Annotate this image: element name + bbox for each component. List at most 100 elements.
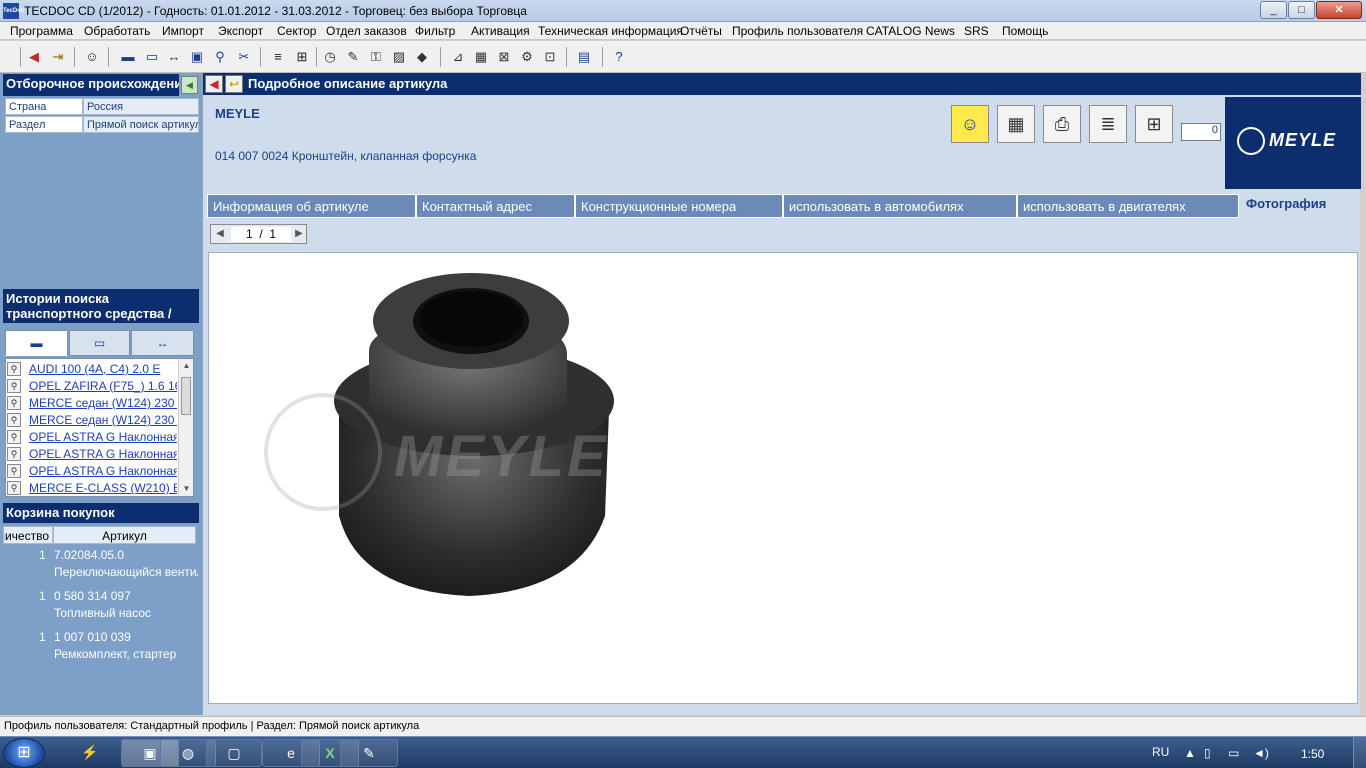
history-item-label[interactable]: MERCE E-CLASS (W210) E bbox=[29, 481, 177, 495]
exit-icon[interactable]: ⇥ bbox=[50, 49, 66, 65]
scrollbar-thumb[interactable] bbox=[181, 377, 191, 415]
history-scrollbar[interactable]: ▲ ▼ bbox=[178, 359, 193, 496]
history-item[interactable]: ⚲ OPEL ASTRA G Наклонная bbox=[6, 446, 178, 463]
collapse-panel-icon[interactable]: ◀ bbox=[181, 76, 198, 94]
key-icon[interactable]: ⚿ bbox=[368, 49, 384, 65]
history-item-label[interactable]: OPEL ZAFIRA (F75_) 1.6 16V bbox=[29, 379, 177, 393]
add-to-notes-icon[interactable]: ≣ bbox=[1089, 105, 1127, 143]
history-item[interactable]: ⚲ MERCE седан (W124) 230 E bbox=[6, 412, 178, 429]
history-item-label[interactable]: OPEL ASTRA G Наклонная bbox=[29, 447, 177, 461]
history-item-label[interactable]: MERCE седан (W124) 230 E bbox=[29, 413, 177, 427]
tab-photo[interactable]: Фотография bbox=[1246, 196, 1326, 211]
next-page-icon[interactable]: ▶ bbox=[291, 225, 307, 243]
menu-export[interactable]: Экспорт bbox=[218, 24, 263, 38]
clock-icon[interactable]: ◷ bbox=[322, 49, 338, 65]
menu-user-profile[interactable]: Профиль пользователя bbox=[732, 24, 863, 38]
list-icon[interactable]: ≡ bbox=[270, 49, 286, 65]
menu-program[interactable]: Программа bbox=[10, 24, 73, 38]
network-icon[interactable]: ▭ bbox=[1228, 746, 1239, 760]
menu-orders[interactable]: Отдел заказов bbox=[326, 24, 407, 38]
engine-icon[interactable]: ▭ bbox=[144, 49, 160, 65]
volume-icon[interactable]: ◄) bbox=[1253, 746, 1269, 760]
help-icon[interactable]: ? bbox=[611, 49, 627, 65]
cart-icon[interactable]: ⊞ bbox=[294, 49, 310, 65]
diagram-icon[interactable]: ⊡ bbox=[542, 49, 558, 65]
start-button[interactable]: ⊞ bbox=[3, 738, 45, 768]
tab-contact-address[interactable]: Контактный адрес bbox=[416, 194, 575, 218]
show-desktop-button[interactable] bbox=[1353, 737, 1366, 768]
watermark-text: MEYLE bbox=[394, 424, 609, 489]
add-to-list-icon[interactable]: ▦ bbox=[997, 105, 1035, 143]
print-icon[interactable]: ⎙ bbox=[1043, 105, 1081, 143]
basket-item-article[interactable]: 1 007 010 039 bbox=[54, 630, 131, 644]
window-task-icon[interactable]: ▢ bbox=[206, 739, 262, 767]
history-item[interactable]: ⚲ MERCE седан (W124) 230 E bbox=[6, 395, 178, 412]
menu-tech-info[interactable]: Техническая информация bbox=[538, 24, 683, 38]
news-icon[interactable]: ▤ bbox=[576, 49, 592, 65]
scroll-up-icon[interactable]: ▲ bbox=[179, 359, 193, 373]
history-item[interactable]: ⚲ OPEL ASTRA G Наклонная bbox=[6, 463, 178, 480]
menu-srs[interactable]: SRS bbox=[964, 24, 989, 38]
grid-icon[interactable]: ▦ bbox=[473, 49, 489, 65]
menu-activation[interactable]: Активация bbox=[471, 24, 530, 38]
close-button[interactable]: ✕ bbox=[1316, 1, 1362, 19]
tab-axle[interactable]: ↔ bbox=[131, 330, 194, 356]
info-person-icon[interactable]: ☺ bbox=[951, 105, 989, 143]
history-item-label[interactable]: OPEL ASTRA G Наклонная bbox=[29, 464, 177, 478]
basket-article-column[interactable]: Артикул bbox=[53, 526, 196, 544]
menu-reports[interactable]: Отчёты bbox=[680, 24, 722, 38]
menu-help[interactable]: Помощь bbox=[1002, 24, 1048, 38]
app-task-icon[interactable]: ✎ bbox=[340, 739, 398, 767]
photo-pager: ◀ 1 / 1 ▶ bbox=[210, 224, 307, 244]
return-arrow-icon[interactable]: ↩ bbox=[225, 75, 243, 93]
tab-article-info[interactable]: Информация об артикуле bbox=[207, 194, 416, 218]
history-item-label[interactable]: OPEL ASTRA G Наклонная bbox=[29, 430, 177, 444]
history-item[interactable]: ⚲ OPEL ZAFIRA (F75_) 1.6 16V bbox=[6, 378, 178, 395]
quick-launch-icon[interactable]: ⚡ bbox=[62, 739, 118, 767]
history-item-label[interactable]: MERCE седан (W124) 230 E bbox=[29, 396, 177, 410]
user-icon[interactable]: ☺ bbox=[84, 49, 100, 65]
add-to-cart-icon[interactable]: ⊞ bbox=[1135, 105, 1173, 143]
search-icon[interactable]: ⚲ bbox=[212, 49, 228, 65]
tools-icon[interactable]: ✂ bbox=[236, 49, 252, 65]
menu-import[interactable]: Импорт bbox=[162, 24, 204, 38]
power-icon[interactable]: ▯ bbox=[1204, 746, 1211, 760]
eraser-icon[interactable]: ◆ bbox=[414, 49, 430, 65]
maximize-button[interactable]: □ bbox=[1288, 1, 1315, 19]
graph-icon[interactable]: ⊠ bbox=[496, 49, 512, 65]
origin-header: Отборочное происхождение bbox=[3, 74, 179, 96]
history-item[interactable]: ⚲ OPEL ASTRA G Наклонная bbox=[6, 429, 178, 446]
basket-item-article[interactable]: 7.02084.05.0 bbox=[54, 548, 124, 562]
previous-page-icon[interactable]: ◀ bbox=[212, 225, 228, 243]
history-item[interactable]: ⚲ AUDI 100 (4A, C4) 2.0 E bbox=[6, 361, 178, 378]
tray-arrow-icon[interactable]: ▲ bbox=[1184, 746, 1196, 760]
back-arrow-icon[interactable]: ◀ bbox=[26, 49, 42, 65]
menu-filter[interactable]: Фильтр bbox=[415, 24, 455, 38]
minimize-button[interactable]: _ bbox=[1260, 1, 1287, 19]
settings-icon[interactable]: ⚙ bbox=[519, 49, 535, 65]
truck-icon[interactable]: ▣ bbox=[189, 49, 205, 65]
car-icon[interactable]: ▬ bbox=[120, 49, 136, 65]
axle-icon[interactable]: ↔ bbox=[166, 49, 182, 65]
basket-item-article[interactable]: 0 580 314 097 bbox=[54, 589, 131, 603]
scroll-down-icon[interactable]: ▼ bbox=[179, 482, 193, 496]
menu-catalog-news[interactable]: CATALOG News bbox=[866, 24, 955, 38]
back-arrow-icon[interactable]: ◀ bbox=[205, 75, 223, 93]
tab-use-in-engines[interactable]: использовать в двигателях bbox=[1017, 194, 1239, 218]
tab-engine[interactable]: ▭ bbox=[69, 330, 130, 356]
wrench-icon[interactable]: ✎ bbox=[345, 49, 361, 65]
tab-construction-numbers[interactable]: Конструкционные номера bbox=[575, 194, 783, 218]
history-item[interactable]: ⚲ MERCE E-CLASS (W210) E bbox=[6, 480, 178, 496]
menu-process[interactable]: Обработать bbox=[84, 24, 150, 38]
basket-item-desc: Топливный насос bbox=[54, 606, 152, 620]
chart-icon[interactable]: ⊿ bbox=[450, 49, 466, 65]
tab-use-in-vehicles[interactable]: использовать в автомобилях bbox=[783, 194, 1017, 218]
menu-sector[interactable]: Сектор bbox=[277, 24, 316, 38]
image-icon[interactable]: ▨ bbox=[391, 49, 407, 65]
tab-car[interactable]: ▬ bbox=[5, 330, 68, 356]
basket-qty-column[interactable]: Количество bbox=[3, 526, 53, 544]
history-item-label[interactable]: AUDI 100 (4A, C4) 2.0 E bbox=[29, 362, 177, 376]
clock[interactable]: 1:50 bbox=[1301, 747, 1324, 761]
language-indicator[interactable]: RU bbox=[1152, 745, 1169, 759]
quantity-input[interactable]: 0 bbox=[1181, 123, 1221, 141]
